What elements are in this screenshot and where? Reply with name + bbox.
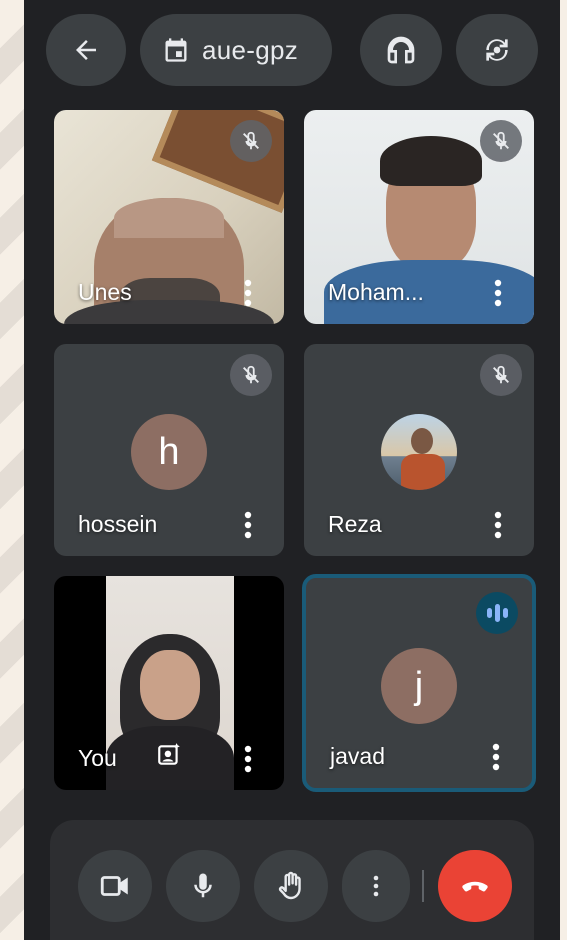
photo-shirt [401, 454, 445, 490]
mic-off-icon [493, 365, 509, 384]
raise-hand-icon [278, 871, 301, 900]
participant-menu-button[interactable] [486, 508, 510, 542]
calendar-icon [165, 38, 187, 62]
portrait-effects-icon [158, 743, 180, 765]
participant-tile[interactable]: Unes [54, 110, 284, 324]
participant-menu-button[interactable] [236, 276, 260, 310]
participant-hair [114, 198, 224, 238]
microphone-icon [194, 873, 212, 898]
participant-name: javad [330, 743, 385, 769]
participant-menu-button[interactable] [236, 508, 260, 542]
arrow-left-icon [76, 40, 96, 60]
controls-divider [422, 870, 424, 902]
participant-name: Unes [78, 279, 132, 305]
mic-off-icon [243, 365, 259, 384]
more-vert-icon [492, 743, 500, 771]
participant-name: You [78, 745, 117, 771]
avatar-letter: h [158, 430, 180, 473]
muted-badge [480, 120, 522, 162]
muted-badge [230, 354, 272, 396]
participant-tile[interactable]: Reza [304, 344, 534, 556]
speaking-indicator [476, 592, 518, 634]
video-camera-icon [100, 876, 128, 896]
end-call-icon [462, 881, 488, 892]
headphones-icon [387, 36, 415, 64]
switch-camera-icon [486, 39, 508, 61]
more-vert-icon [244, 279, 252, 307]
mic-off-icon [493, 131, 509, 150]
raise-hand-button[interactable] [254, 850, 328, 922]
more-vert-icon [244, 511, 252, 539]
participant-tile-speaking[interactable]: j javad [302, 574, 536, 792]
self-view-tile[interactable]: You [54, 576, 284, 790]
avatar: h [131, 414, 207, 490]
back-button[interactable] [46, 14, 126, 86]
participant-tile[interactable]: h hossein [54, 344, 284, 556]
more-vert-icon [373, 875, 379, 897]
meet-call-screen: aue-gpz Unes Moham... h hossein Reza You… [24, 0, 560, 940]
avatar-photo [381, 414, 457, 490]
avatar-letter: j [414, 664, 424, 707]
more-vert-icon [494, 511, 502, 539]
camera-toggle-button[interactable] [78, 850, 152, 922]
meeting-info-button[interactable]: aue-gpz [140, 14, 332, 86]
self-face [140, 650, 200, 720]
muted-badge [230, 120, 272, 162]
participant-tile[interactable]: Moham... [304, 110, 534, 324]
more-options-button[interactable] [342, 850, 410, 922]
participant-name: hossein [78, 511, 158, 537]
effects-button[interactable] [152, 738, 186, 772]
photo-person [411, 428, 433, 454]
participant-name: Moham... [328, 279, 424, 305]
participant-name: Reza [328, 511, 382, 537]
more-vert-icon [494, 279, 502, 307]
more-vert-icon [244, 745, 252, 773]
participant-hair [380, 136, 482, 186]
participant-menu-button[interactable] [486, 276, 510, 310]
participant-menu-button[interactable] [236, 742, 260, 776]
microphone-toggle-button[interactable] [166, 850, 240, 922]
muted-badge [480, 354, 522, 396]
end-call-button[interactable] [438, 850, 512, 922]
switch-camera-button[interactable] [456, 14, 538, 86]
call-controls-bar [50, 820, 534, 940]
participant-menu-button[interactable] [484, 740, 508, 774]
audio-output-button[interactable] [360, 14, 442, 86]
meeting-code: aue-gpz [202, 34, 299, 65]
avatar: j [381, 648, 457, 724]
mic-off-icon [243, 131, 259, 150]
